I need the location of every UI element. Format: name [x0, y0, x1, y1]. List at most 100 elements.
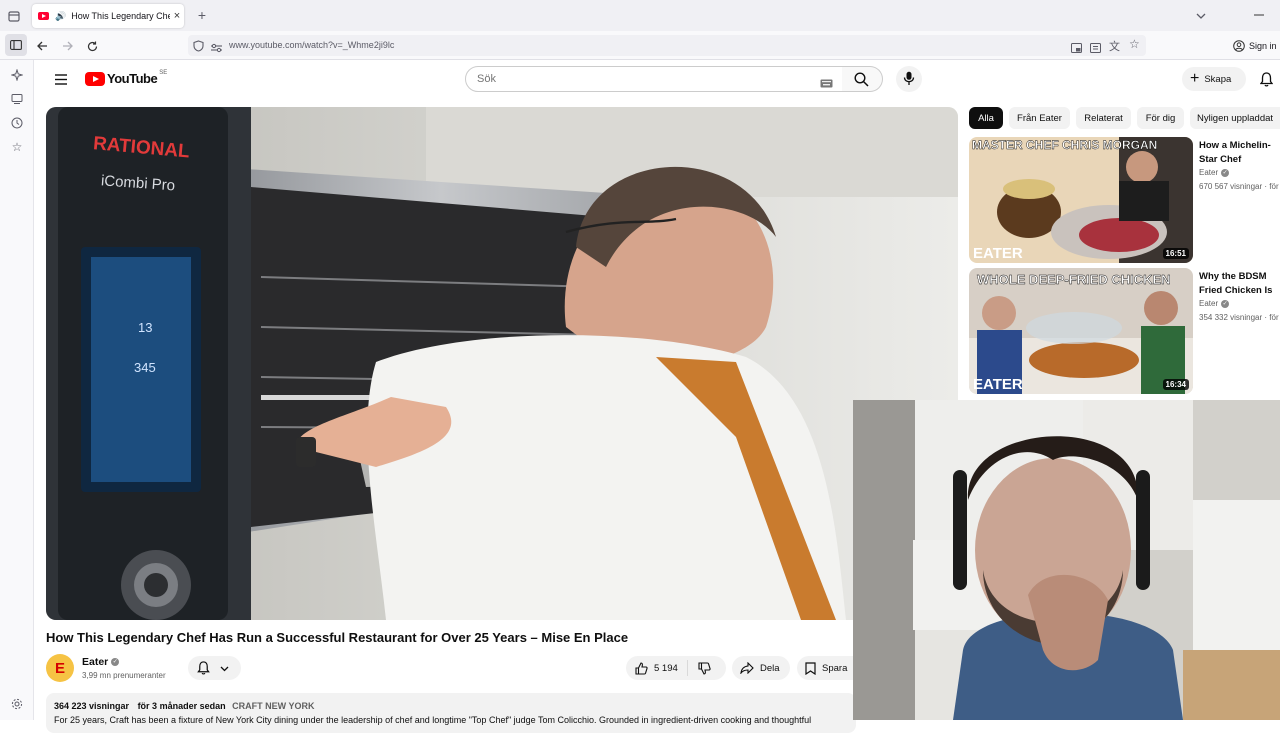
search-input[interactable] [477, 67, 777, 91]
video-player[interactable]: RATIONAL iCombi Pro 13 345 [46, 107, 958, 620]
picture-in-picture-icon[interactable] [1071, 40, 1082, 58]
speaker-icon[interactable]: 🔊 [55, 11, 66, 22]
save-button[interactable]: Spara [797, 656, 853, 680]
recommendation-meta: 354 332 visningar · för [1199, 313, 1279, 322]
plus-icon: + [1190, 70, 1200, 87]
browser-tab-bar: 🔊 How This Legendary Chef H × + [0, 0, 1280, 31]
chevron-down-icon [220, 666, 229, 672]
reader-view-icon[interactable] [1090, 40, 1101, 58]
channel-avatar[interactable]: E [46, 654, 74, 682]
forward-icon[interactable] [59, 38, 75, 54]
recommendation-channel[interactable]: Eater ✓ [1199, 299, 1230, 308]
youtube-play-icon [85, 71, 105, 86]
channel-name-text: Eater [82, 656, 109, 668]
account-button[interactable]: Sign in [1233, 37, 1280, 55]
recommendation-channel[interactable]: Eater ✓ [1199, 168, 1230, 177]
oven-screen-value-2: 345 [134, 360, 156, 375]
recommendation-thumbnail[interactable]: WHOLE DEEP-FRIED CHICKEN EATER 16:34 [969, 268, 1193, 394]
sign-in-label: Sign in [1249, 41, 1277, 51]
thumbnail-image: MASTER CHEF CHRIS MORGAN EATER [969, 137, 1193, 263]
video-duration: 16:51 [1162, 248, 1189, 259]
sidebar-toggle-icon[interactable] [5, 34, 27, 56]
address-bar[interactable]: www.youtube.com/watch?v=_Whme2ji9lc 文 ☆ [188, 35, 1146, 56]
bookmark-star-icon[interactable]: ☆ [1129, 37, 1140, 51]
search-button[interactable] [842, 66, 883, 92]
chip-for-you[interactable]: För dig [1137, 107, 1184, 129]
voice-search-button[interactable] [896, 66, 922, 92]
subscription-bell-button[interactable] [188, 656, 241, 680]
chip-recently-uploaded[interactable]: Nyligen uppladdat [1190, 107, 1280, 129]
hashtag-link[interactable]: CRAFT NEW YORK [232, 701, 314, 711]
guide-menu-icon[interactable] [52, 70, 70, 88]
recommendation-item[interactable]: MASTER CHEF CHRIS MORGAN EATER 16:51 How… [969, 137, 1280, 263]
description-box[interactable] [46, 693, 856, 733]
browser-sidebar: ☆ [0, 60, 34, 720]
create-label: Skapa [1204, 73, 1232, 85]
chip-related[interactable]: Relaterat [1076, 107, 1131, 129]
verified-check-icon: ✓ [1221, 299, 1230, 308]
like-dislike-group: 5 194 [626, 656, 726, 680]
search-box [465, 66, 843, 92]
description-meta: 364 223 visningar för 3 månader sedan CR… [54, 701, 314, 711]
share-button[interactable]: Dela [732, 656, 790, 680]
browser-tab-active[interactable]: 🔊 How This Legendary Chef H × [32, 4, 184, 28]
video-duration: 16:34 [1162, 379, 1189, 390]
youtube-wordmark: YouTube [107, 71, 158, 86]
chip-from-eater[interactable]: Från Eater [1009, 107, 1070, 129]
chip-all[interactable]: Alla [969, 107, 1003, 129]
thumbnail-headline: WHOLE DEEP-FRIED CHICKEN [977, 272, 1171, 287]
microphone-icon [903, 71, 915, 85]
thumbnail-brand: EATER [973, 245, 1023, 262]
view-count: 364 223 visningar [54, 701, 130, 711]
like-button[interactable]: 5 194 [626, 660, 688, 676]
recommendation-channel-name: Eater [1199, 168, 1219, 177]
tab-title: How This Legendary Chef H [71, 11, 170, 21]
verified-check-icon: ✓ [1221, 168, 1230, 177]
thumbnail-brand: EATER [973, 376, 1023, 393]
thumbs-up-icon [635, 661, 648, 675]
search-icon [854, 72, 869, 87]
create-button[interactable]: + Skapa [1182, 67, 1246, 91]
recommendation-channel-name: Eater [1199, 299, 1219, 308]
recommendation-item[interactable]: WHOLE DEEP-FRIED CHICKEN EATER 16:34 Why… [969, 268, 1280, 394]
back-icon[interactable] [34, 38, 50, 54]
minimize-window-icon[interactable] [1252, 8, 1266, 22]
tracking-protection-icon[interactable] [193, 39, 204, 57]
recommendation-thumbnail[interactable]: MASTER CHEF CHRIS MORGAN EATER 16:51 [969, 137, 1193, 263]
keyboard-icon[interactable] [820, 75, 833, 93]
youtube-logo[interactable]: YouTube SE [85, 69, 168, 86]
notifications-bell-icon[interactable] [1257, 70, 1275, 88]
customize-sidebar-gear-icon[interactable] [9, 696, 25, 712]
verified-check-icon: ✓ [111, 658, 120, 667]
tab-overview-icon[interactable] [6, 8, 22, 24]
tab-close-icon[interactable]: × [170, 10, 184, 22]
thumbs-down-icon [698, 661, 711, 675]
recommendation-title[interactable]: Why the BDSM Fried Chicken Is the Hardes… [1199, 270, 1280, 298]
video-frame: RATIONAL iCombi Pro 13 345 [46, 107, 958, 620]
site-permissions-icon[interactable] [211, 40, 222, 58]
share-arrow-icon [740, 662, 754, 674]
like-count: 5 194 [654, 662, 678, 674]
synced-tabs-icon[interactable] [9, 91, 25, 107]
url-text: www.youtube.com/watch?v=_Whme2ji9lc [229, 40, 395, 50]
reload-icon[interactable] [84, 38, 100, 54]
save-bookmark-icon [805, 661, 816, 675]
ai-chatbot-icon[interactable] [9, 67, 25, 83]
tab-list-chevron-icon[interactable] [1193, 8, 1209, 24]
share-label: Dela [760, 662, 780, 674]
oven-screen-value-1: 13 [138, 320, 152, 335]
webcam-overlay [853, 400, 1280, 720]
translate-icon[interactable]: 文 [1109, 38, 1120, 54]
webcam-feed [853, 400, 1280, 720]
dislike-button[interactable] [688, 661, 711, 675]
save-label: Spara [822, 662, 848, 674]
video-title: How This Legendary Chef Has Run a Succes… [46, 630, 629, 645]
bell-icon [197, 661, 210, 675]
new-tab-button[interactable]: + [194, 7, 210, 23]
thumbnail-image: WHOLE DEEP-FRIED CHICKEN EATER [969, 268, 1193, 394]
recommendation-title[interactable]: How a Michelin-Star Chef Became the #1 P… [1199, 139, 1280, 167]
bookmarks-icon[interactable]: ☆ [9, 139, 25, 155]
channel-name[interactable]: Eater ✓ [82, 656, 120, 668]
country-code: SE [159, 69, 168, 76]
history-icon[interactable] [9, 115, 25, 131]
